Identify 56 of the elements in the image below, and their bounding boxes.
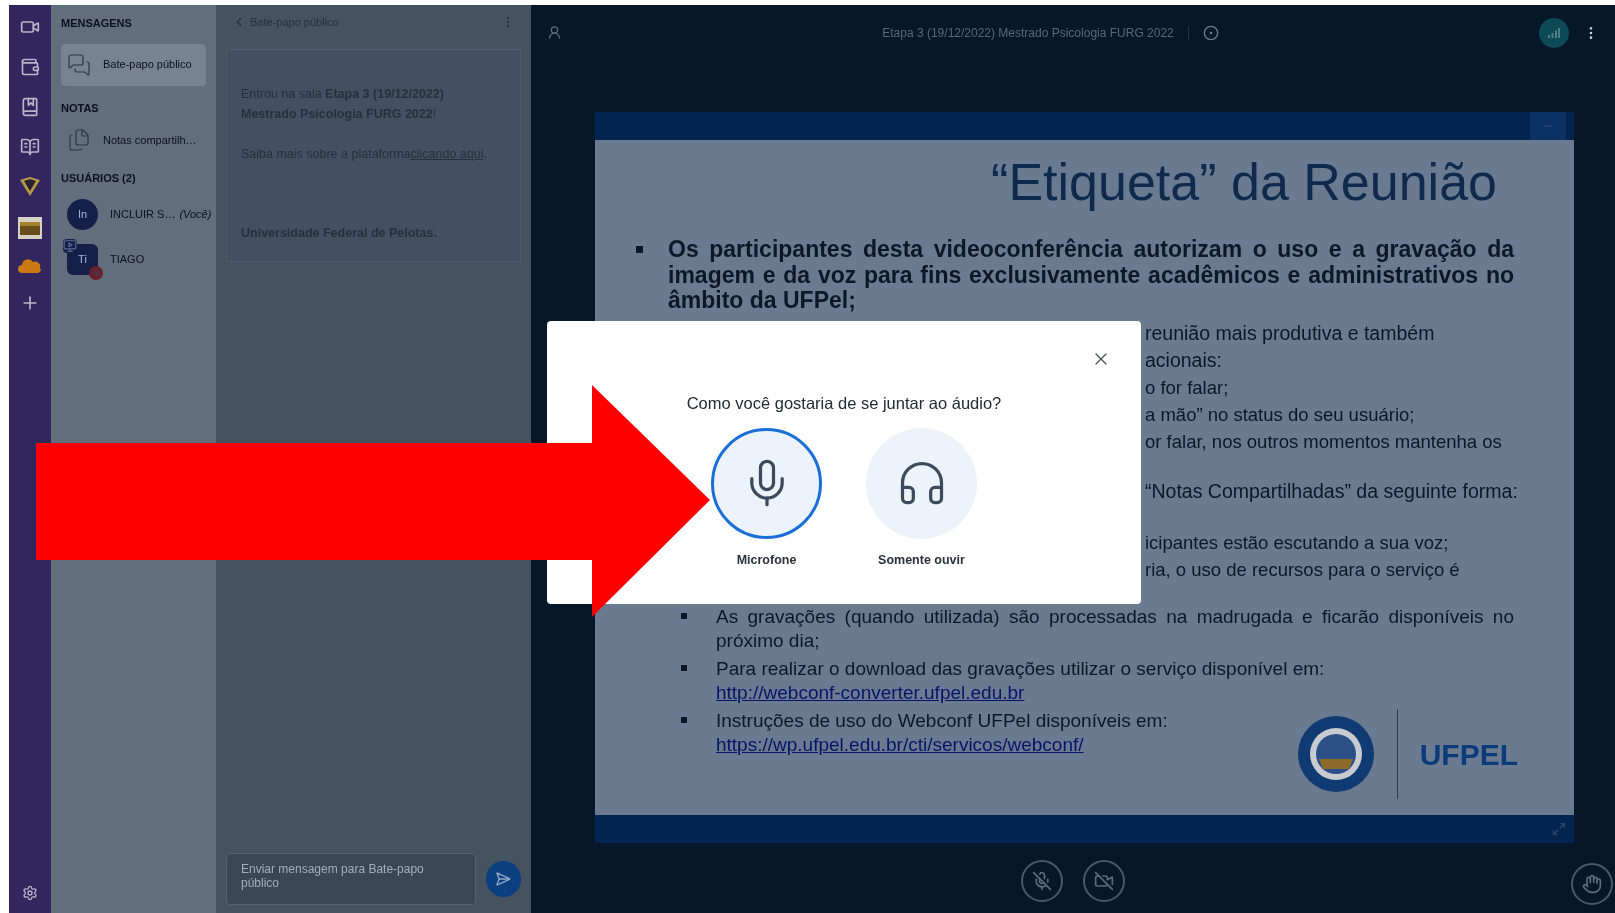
message-input[interactable]: Enviar mensagem para Bate-papo público [226, 853, 476, 905]
section-heading: USUÁRIOS (2) [61, 171, 137, 186]
record-icon[interactable] [1202, 24, 1219, 41]
university-seal-icon [1296, 715, 1375, 793]
settings-icon[interactable] [22, 885, 38, 901]
documents-icon [67, 128, 91, 152]
slide-text-line: or falar, nos outros momentos mantenha os [1145, 429, 1503, 454]
muted-mic-icon [1032, 871, 1052, 891]
bullet-icon [681, 612, 687, 619]
slide-bullet-text: As gravações (quando utilizada) são processadas na madrugada e ficarão disponíveis no próximo dia; [716, 604, 1514, 653]
users-toggle-icon[interactable] [547, 25, 562, 40]
bookmark-book-icon[interactable] [20, 97, 40, 117]
section-heading: NOTAS [61, 100, 100, 116]
slide-bullet-text: Os participantes desta videoconferência autorizam o uso e a gravação da imagem e da voz para fins exclusivamente acadêmicos e administrativos no âmbito da UFPel; [668, 237, 1514, 314]
chat-bubbles-icon [67, 52, 91, 77]
slide-bullet-text: Para realizar o download das gravações utilizar o serviço disponível em: [716, 656, 1326, 681]
slide-text-line: o for falar; [1145, 375, 1230, 400]
open-book-icon[interactable] [20, 137, 40, 157]
send-icon [495, 871, 512, 887]
user-avatar: In [67, 198, 98, 230]
raise-hand-button[interactable] [1571, 863, 1613, 905]
bullet-icon [681, 664, 687, 671]
section-heading: MENSAGENS [61, 16, 133, 31]
info-period: . [483, 146, 487, 163]
slide-link[interactable]: http://webconf-converter.ufpel.edu.br [716, 680, 1514, 705]
send-button[interactable] [485, 861, 521, 897]
camera-off-icon [1094, 871, 1114, 891]
camera-button[interactable] [1083, 860, 1125, 902]
chat-list-item[interactable]: Bate-papo público [61, 43, 206, 86]
chat-list-label: Bate-papo público [103, 57, 192, 73]
slide-text-line: “Notas Compartilhadas” da seguinte forma: [1145, 478, 1514, 504]
shield-icon[interactable] [19, 177, 41, 197]
logo-text: UFPEL [1419, 736, 1518, 773]
slide-title: “Etiqueta” da Reunião [991, 152, 1497, 212]
user-name[interactable]: INCLUIR S… [110, 205, 176, 223]
slide-text-line: ria, o uso de recursos para o serviço é [1145, 557, 1461, 582]
you-label: (Você) [179, 206, 212, 222]
slide-text-line: reunião mais produtiva e também [1145, 320, 1436, 346]
slide-text-line: a mão” no status do seu usuário; [1145, 402, 1416, 427]
cloud-icon[interactable] [18, 259, 42, 273]
slide-link[interactable]: https://wp.ufpel.edu.br/cti/servicos/webconf/ [716, 732, 1196, 757]
user-name[interactable]: TIAGO [110, 250, 145, 268]
mute-button[interactable] [1021, 860, 1063, 902]
bullet-icon [636, 246, 643, 253]
slide-text-line: acionais: [1145, 347, 1223, 373]
slide-text-line: icipantes estão escutando a sua voz; [1145, 530, 1450, 555]
slide-bullet-text: Instruções de uso do Webconf UFPel disponíveis em: [716, 708, 1169, 733]
modal-question: Como você gostaria de se juntar ao áudio? [686, 393, 1002, 414]
signal-bars-icon [1548, 27, 1560, 38]
wallet-icon[interactable] [20, 57, 40, 77]
app-thumbnail-icon[interactable] [18, 217, 42, 239]
connection-button[interactable] [1539, 17, 1569, 48]
meeting-title: Etapa 3 (19/12/2022) Mestrado Psicologia FURG 2022 [882, 24, 1174, 42]
bullet-icon [681, 716, 687, 723]
hand-icon [1582, 874, 1602, 894]
notes-item[interactable]: Notas compartilh… [103, 131, 197, 149]
